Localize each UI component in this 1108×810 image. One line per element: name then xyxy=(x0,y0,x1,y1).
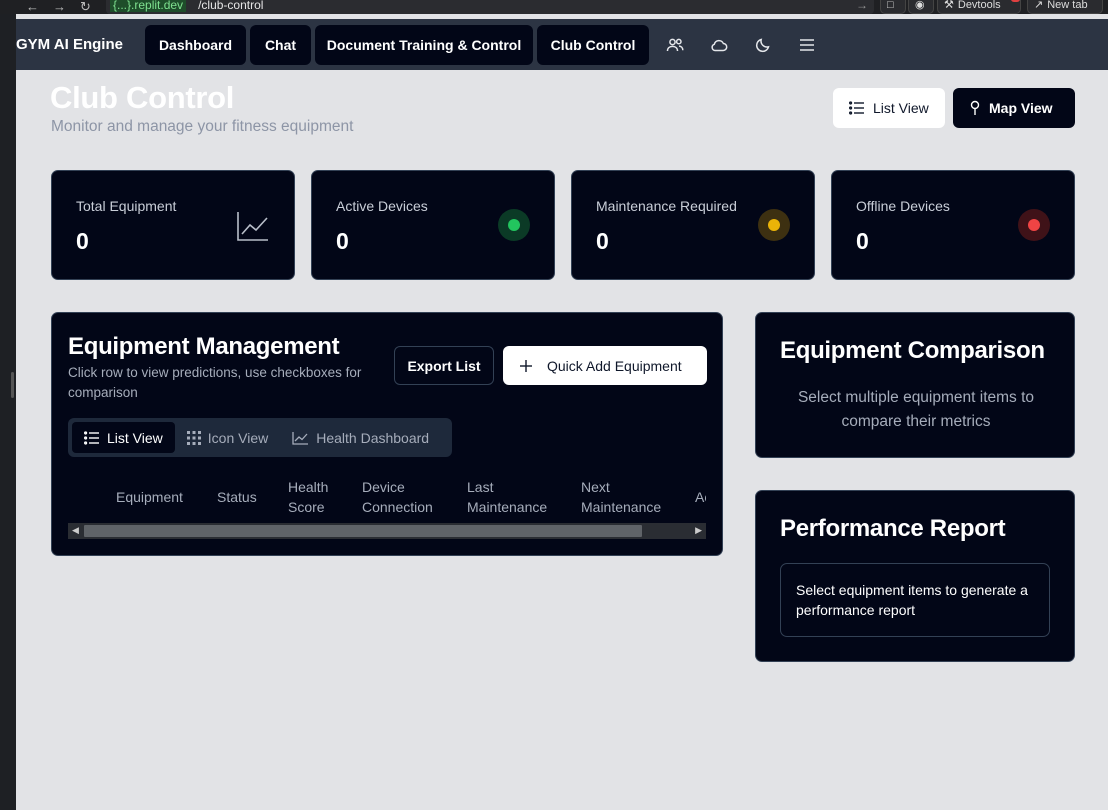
stat-total-equipment: Total Equipment 0 xyxy=(51,170,295,280)
devtools-button[interactable]: ⚒ Devtools xyxy=(937,0,1021,14)
external-link-icon: ↗ xyxy=(1034,0,1044,11)
screen-icon[interactable]: □ xyxy=(880,0,906,14)
equipment-comparison-title: Equipment Comparison xyxy=(780,337,1045,364)
equipment-table-header: Equipment Status Health Score Device Conne… xyxy=(68,477,706,525)
brand-title: GYM AI Engine xyxy=(16,36,123,53)
quick-add-equipment-button[interactable]: Quick Add Equipment xyxy=(503,346,707,385)
nav-dashboard[interactable]: Dashboard xyxy=(145,24,246,65)
new-tab-button[interactable]: ↗ New tab xyxy=(1027,0,1103,14)
map-view-button[interactable]: Map View xyxy=(953,88,1075,128)
url-host: {...}.replit.dev xyxy=(110,0,187,12)
tab-icon-view[interactable]: Icon View xyxy=(175,422,280,453)
nav-chat[interactable]: Chat xyxy=(250,24,311,65)
equipment-management-description: Click row to view predictions, use check… xyxy=(68,365,362,400)
notification-badge xyxy=(1011,0,1020,2)
go-icon[interactable]: → xyxy=(856,0,868,12)
tab-list-view[interactable]: List View xyxy=(72,422,175,453)
map-pin-icon xyxy=(970,100,980,115)
performance-report-panel: Performance Report Select equipment item… xyxy=(755,490,1075,662)
users-icon[interactable] xyxy=(653,25,697,65)
chart-line-icon xyxy=(237,212,268,241)
scrollbar-thumb[interactable] xyxy=(84,525,642,537)
reload-icon[interactable]: ↻ xyxy=(80,0,91,15)
address-bar[interactable]: {...}.replit.dev /club-control → xyxy=(106,0,874,14)
column-status[interactable]: Status xyxy=(217,487,257,507)
scroll-left-icon[interactable]: ◀ xyxy=(72,525,79,536)
grid-icon xyxy=(186,430,201,445)
chart-line-icon xyxy=(292,431,309,445)
equipment-view-tabs: List View Icon View Health Dashboard xyxy=(68,418,452,457)
palette-icon[interactable]: ◉ xyxy=(908,0,934,14)
active-status-indicator xyxy=(498,209,530,241)
column-last-maintenance[interactable]: Last Maintenance xyxy=(467,477,547,517)
column-equipment[interactable]: Equipment xyxy=(116,487,183,507)
performance-report-title: Performance Report xyxy=(780,515,1006,542)
equipment-management-panel: Equipment Management Click row to view p… xyxy=(51,312,723,556)
list-icon xyxy=(84,430,99,445)
list-view-button[interactable]: List View xyxy=(833,88,945,128)
side-panel-strip xyxy=(0,14,16,810)
cloud-icon[interactable] xyxy=(697,25,741,65)
equipment-comparison-message: Select multiple equipment items to compa… xyxy=(797,389,1035,430)
page-title: Club Control xyxy=(50,80,235,115)
top-navigation: GYM AI Engine Dashboard Chat Document Tr… xyxy=(16,19,1108,70)
page-subtitle: Monitor and manage your fitness equipmen… xyxy=(51,118,354,135)
performance-report-message: Select equipment items to generate a per… xyxy=(780,563,1050,637)
column-health-score[interactable]: Health Score xyxy=(288,477,328,517)
list-icon xyxy=(849,101,864,115)
menu-icon[interactable] xyxy=(785,25,829,65)
stat-maintenance-required: Maintenance Required 0 xyxy=(571,170,815,280)
browser-toolbar: ← → ↻ {...}.replit.dev /club-control → □… xyxy=(0,0,1108,14)
nav-document-training[interactable]: Document Training & Control xyxy=(315,24,533,65)
tab-health-dashboard[interactable]: Health Dashboard xyxy=(280,422,441,453)
wrench-icon: ⚒ xyxy=(944,0,954,11)
table-horizontal-scrollbar[interactable]: ◀ ▶ xyxy=(68,523,706,539)
scroll-right-icon[interactable]: ▶ xyxy=(695,525,702,536)
plus-icon xyxy=(520,359,532,372)
maintenance-status-indicator xyxy=(758,209,790,241)
moon-icon[interactable] xyxy=(741,25,785,65)
column-device-connection[interactable]: Device Connection xyxy=(362,477,433,517)
equipment-management-title: Equipment Management xyxy=(68,333,340,360)
offline-status-indicator xyxy=(1018,209,1050,241)
column-next-maintenance[interactable]: Next Maintenance xyxy=(581,477,661,517)
equipment-comparison-panel: Equipment Comparison Select multiple equ… xyxy=(755,312,1075,458)
forward-icon[interactable]: → xyxy=(53,0,66,15)
nav-club-control[interactable]: Club Control xyxy=(537,24,649,65)
stat-offline-devices: Offline Devices 0 xyxy=(831,170,1075,280)
export-list-button[interactable]: Export List xyxy=(394,346,494,385)
column-actions[interactable]: Ac xyxy=(695,487,706,507)
url-path: /club-control xyxy=(198,0,264,12)
back-icon[interactable]: ← xyxy=(26,0,39,15)
stat-active-devices: Active Devices 0 xyxy=(311,170,555,280)
